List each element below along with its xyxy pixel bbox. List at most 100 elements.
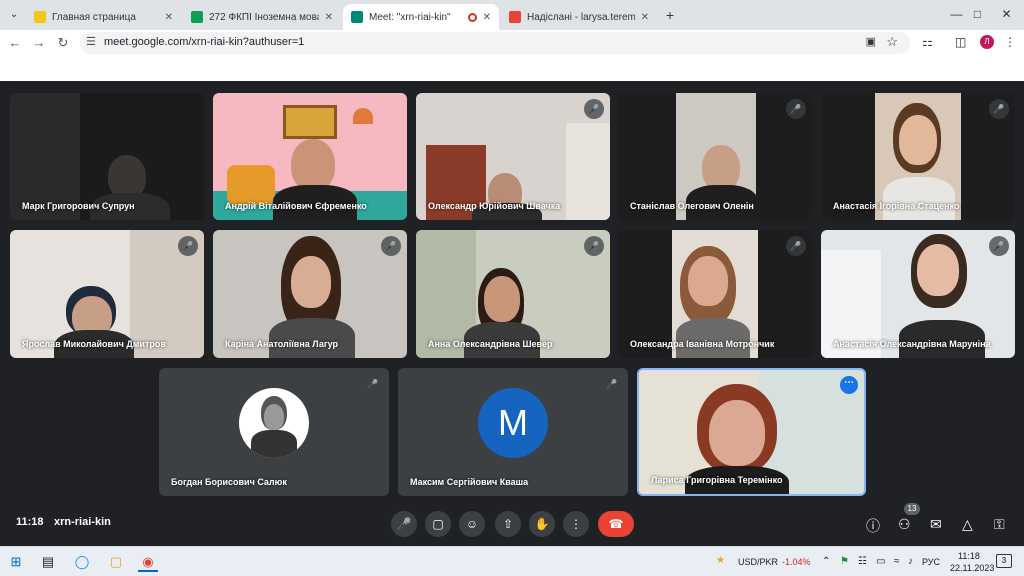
page-top-spacer [0, 56, 1024, 81]
tab-search-icon[interactable]: ⌄ [4, 5, 24, 25]
people-icon[interactable]: ⚇ [898, 516, 911, 533]
raise-hand-button[interactable]: ✋ [529, 511, 555, 537]
participant-tile[interactable]: 🎤 Олександра Іванівна Мотрончик [618, 230, 812, 358]
mic-off-icon: 🎤 [602, 374, 622, 394]
more-options-icon[interactable]: ⋯ [840, 376, 858, 394]
meeting-clock: 11:18 [16, 516, 44, 528]
camera-button[interactable]: ▢ [425, 511, 451, 537]
windows-taskbar: ⊞ ▤ ◯ ▢ ◉ ★ USD/PKR -1.04% ⌃ ⚑ ☷ ▭ ≈ ♪ Р… [0, 546, 1024, 576]
participant-tile-self[interactable]: ⋯ Лариса Григорівна Теремінко [637, 368, 866, 496]
reload-icon[interactable]: ↻ [54, 34, 72, 52]
forward-icon[interactable]: → [30, 34, 48, 52]
more-options-button[interactable]: ⋮ [563, 511, 589, 537]
tab-classroom[interactable]: 272 ФКПІ Іноземна мова (за п ✕ [183, 4, 341, 30]
tab-title: Meet: "xrn-riai-kin" [369, 11, 451, 23]
leave-call-button[interactable]: ☎ [598, 511, 634, 537]
task-view-icon[interactable]: ▤ [38, 552, 58, 572]
volume-icon[interactable]: ♪ [908, 556, 913, 567]
participant-tile[interactable]: M 🎤 Максим Сергійович Кваша [398, 368, 628, 496]
people-count-badge: 13 [904, 503, 920, 515]
participant-tile[interactable]: 🎤 Станіслав Олегович Оленін [618, 93, 812, 220]
battery-icon[interactable]: ▭ [876, 556, 885, 567]
participant-tile[interactable]: 🎤 Богдан Борисович Салюк [159, 368, 389, 496]
participant-name: Анастасія Олександрівна Маруніна [833, 339, 991, 349]
host-controls-icon[interactable]: ⚿ [994, 516, 1005, 533]
classroom-favicon-icon [191, 11, 203, 23]
close-tab-icon[interactable]: ✕ [165, 12, 173, 23]
taskbar-time[interactable]: 11:18 [958, 551, 980, 561]
address-bar[interactable]: ☰ meet.google.com/xrn-riai-kin?authuser=… [80, 32, 910, 54]
participant-tile[interactable]: Марк Григорович Супрун [10, 93, 204, 220]
participant-name: Каріна Анатоліївна Лагур [225, 339, 338, 349]
security-shield-icon[interactable]: ⚑ [840, 556, 849, 567]
tab-gmail[interactable]: Надіслані - larysa.tereminko@ ✕ [501, 4, 657, 30]
tab-meet[interactable]: Meet: "xrn-riai-kin" ✕ [343, 4, 499, 30]
back-icon[interactable]: ← [6, 34, 24, 52]
recording-icon [467, 12, 477, 22]
file-explorer-icon[interactable]: ▢ [106, 552, 126, 572]
meeting-code: xrn-riai-kin [54, 516, 111, 528]
participant-tile[interactable]: Андрій Віталійович Єфременко [213, 93, 407, 220]
profile-photo-avatar [239, 388, 309, 458]
edge-browser-icon[interactable]: ◯ [72, 552, 92, 572]
activities-icon[interactable]: △ [962, 516, 973, 533]
mic-off-icon: 🎤 [584, 99, 604, 119]
site-info-icon[interactable]: ☰ [86, 35, 96, 48]
network-icon[interactable]: ☷ [858, 556, 867, 567]
stock-change: -1.04% [782, 557, 811, 567]
tab-title: Надіслані - larysa.tereminko@ [527, 11, 635, 23]
present-screen-button[interactable]: ⇧ [495, 511, 521, 537]
notifications-icon[interactable]: 3 [996, 554, 1012, 568]
participant-name: Олександр Юрійович Швачка [428, 201, 561, 211]
participant-name: Андрій Віталійович Єфременко [225, 201, 367, 211]
mic-off-icon: 🎤 [363, 374, 383, 394]
mic-off-icon: 🎤 [584, 236, 604, 256]
bookmark-star-icon[interactable]: ☆ [886, 34, 898, 50]
chrome-menu-icon[interactable]: ⋮ [1004, 35, 1016, 49]
meeting-details-icon[interactable]: ⓘ [866, 516, 880, 536]
stock-ticker-label[interactable]: USD/PKR [738, 557, 778, 567]
participant-name: Максим Сергійович Кваша [410, 477, 529, 487]
microphone-button[interactable]: 🎤 [391, 511, 417, 537]
side-panel-icon[interactable]: ◫ [955, 35, 966, 49]
reactions-button[interactable]: ☺ [459, 511, 485, 537]
extensions-icon[interactable]: ⚏ [922, 35, 933, 49]
close-tab-icon[interactable]: ✕ [641, 12, 649, 23]
show-hidden-icons[interactable]: ⌃ [822, 556, 830, 567]
meeting-grid: Марк Григорович Супрун Андрій Віталійови… [0, 81, 1024, 546]
url-text[interactable]: meet.google.com/xrn-riai-kin?authuser=1 [104, 36, 304, 48]
wifi-icon[interactable]: ≈ [894, 556, 900, 567]
mic-off-icon: 🎤 [786, 236, 806, 256]
participant-tile[interactable]: 🎤 Ярослав Миколайович Дмитров [10, 230, 204, 358]
profile-avatar[interactable]: Л [980, 35, 994, 49]
participant-tile[interactable]: 🎤 Анастасія Олександрівна Маруніна [821, 230, 1015, 358]
tab-title: 272 ФКПІ Іноземна мова (за п [209, 11, 319, 23]
browser-toolbar: ← → ↻ ☰ meet.google.com/xrn-riai-kin?aut… [0, 30, 1024, 56]
participant-name: Анастасія Ігорівна Стаценко [833, 201, 960, 211]
participant-tile[interactable]: 🎤 Олександр Юрійович Швачка [416, 93, 610, 220]
participant-name: Ярослав Миколайович Дмитров [22, 339, 166, 349]
tab-title: Главная страница [52, 11, 136, 23]
taskbar-date[interactable]: 22.11.2023 [950, 563, 994, 573]
close-window-icon[interactable]: ✕ [984, 0, 1024, 30]
windows-start-icon[interactable]: ⊞ [6, 552, 26, 572]
tab-main-page[interactable]: Главная страница ✕ [26, 4, 181, 30]
new-tab-button[interactable]: + [660, 6, 680, 24]
mic-off-icon: 🎤 [786, 99, 806, 119]
participant-name: Богдан Борисович Салюк [171, 477, 287, 487]
participant-name: Станіслав Олегович Оленін [630, 201, 754, 211]
participant-tile[interactable]: 🎤 Каріна Анатоліївна Лагур [213, 230, 407, 358]
participant-tile[interactable]: 🎤 Анастасія Ігорівна Стаценко [821, 93, 1015, 220]
participant-name: Анна Олександрівна Шевер [428, 339, 553, 349]
input-language[interactable]: РУС [922, 557, 940, 567]
close-tab-icon[interactable]: ✕ [325, 12, 333, 23]
meet-favicon-icon [351, 11, 363, 23]
tab-strip: ⌄ Главная страница ✕ 272 ФКПІ Іноземна м… [0, 0, 1024, 30]
participant-name: Марк Григорович Супрун [22, 201, 135, 211]
camera-in-use-icon[interactable]: ▣ [866, 35, 876, 48]
participant-name: Лариса Григорівна Теремінко [651, 475, 783, 485]
close-tab-icon[interactable]: ✕ [483, 12, 491, 23]
chat-icon[interactable]: ✉ [930, 516, 942, 533]
participant-tile[interactable]: 🎤 Анна Олександрівна Шевер [416, 230, 610, 358]
chrome-taskbar-icon[interactable]: ◉ [138, 552, 158, 572]
